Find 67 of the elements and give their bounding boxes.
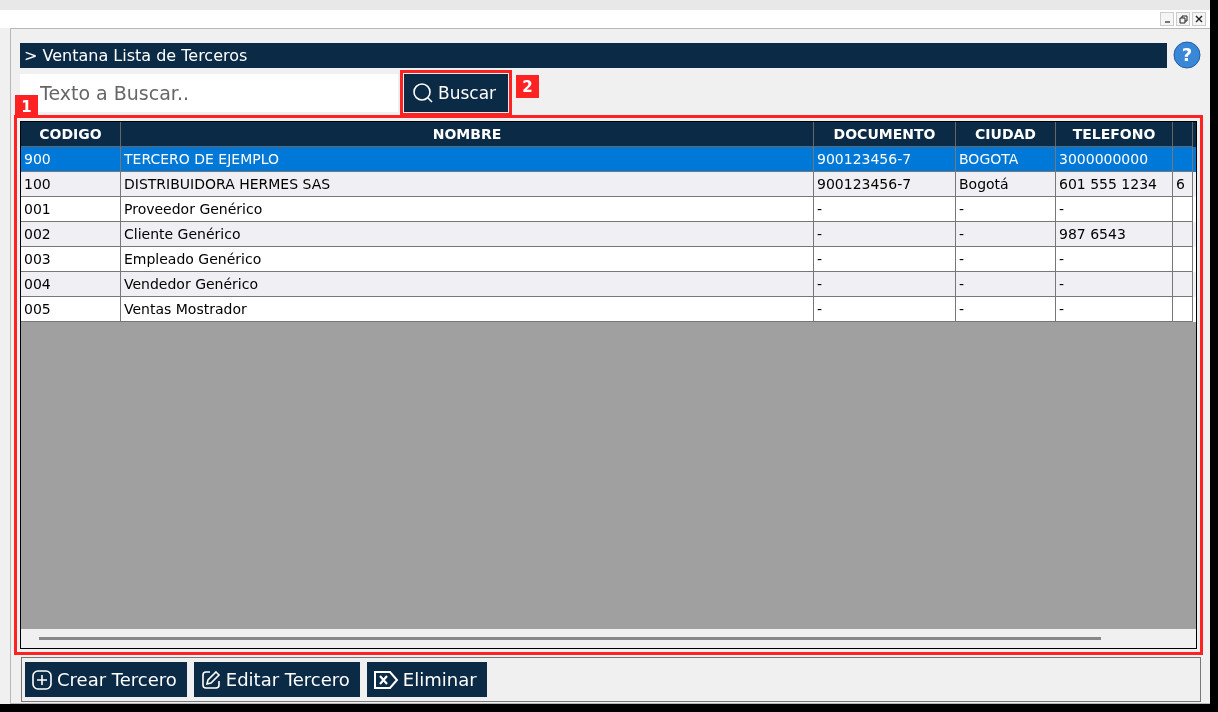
table-cell: 900 (24, 151, 51, 167)
table-row[interactable]: 003 Empleado Genérico - - - (21, 247, 1196, 272)
table-row[interactable]: 005 Ventas Mostrador - - - (21, 297, 1196, 322)
delete-button[interactable]: Eliminar (366, 662, 487, 697)
table-cell: - (817, 226, 823, 242)
table-cell: - (959, 226, 965, 242)
table-cell: - (959, 201, 965, 217)
column-header[interactable]: DOCUMENTO (833, 126, 936, 142)
column-header[interactable]: CODIGO (39, 126, 102, 142)
table-cell: 100 (24, 176, 51, 192)
table-cell: Vendedor Genérico (124, 276, 258, 292)
help-icon[interactable]: ? (1173, 41, 1201, 69)
table-cell: 004 (24, 276, 51, 292)
table-cell: 005 (24, 301, 51, 317)
minimize-button[interactable] (1160, 12, 1174, 26)
table-cell: 003 (24, 251, 51, 267)
minimize-icon (1164, 21, 1171, 23)
table-cell: Empleado Genérico (124, 251, 262, 267)
column-header[interactable]: TELEFONO (1072, 126, 1156, 142)
table-cell: Proveedor Genérico (124, 201, 263, 217)
table-cell: - (959, 251, 965, 267)
table-cell: - (817, 276, 823, 292)
delete-icon (372, 668, 399, 691)
table-cell: - (1059, 301, 1065, 317)
create-button[interactable]: Crear Tercero (25, 662, 187, 697)
table-cell: - (817, 301, 823, 317)
edit-button[interactable]: Editar Tercero (193, 662, 360, 697)
table-row[interactable]: 004 Vendedor Genérico - - - (21, 272, 1196, 297)
table-cell: 6 (1176, 176, 1185, 192)
table-cell: Cliente Genérico (124, 226, 241, 242)
column-header[interactable]: NOMBRE (432, 126, 502, 142)
table-cell: 3000000000 (1059, 151, 1149, 167)
search-button[interactable]: Buscar (404, 74, 509, 112)
table-row[interactable]: 002 Cliente Genérico - - 987 6543 (21, 222, 1196, 247)
table-cell: 900123456-7 (817, 176, 912, 192)
table-cell: - (1059, 251, 1065, 267)
table-cell: - (959, 276, 965, 292)
plus-icon (31, 668, 53, 691)
table-row[interactable]: 001 Proveedor Genérico - - - (21, 197, 1196, 222)
callout-badge: 2 (516, 75, 540, 98)
table-cell: - (959, 301, 965, 317)
table-cell: - (817, 251, 823, 267)
table-cell: Ventas Mostrador (124, 301, 247, 317)
search-icon (412, 82, 434, 104)
column-header[interactable]: CIUDAD (975, 126, 1036, 142)
scrollbar-thumb[interactable] (39, 637, 1101, 640)
table-cell: - (817, 201, 823, 217)
restore-button[interactable] (1176, 12, 1190, 26)
table-row[interactable]: 900 TERCERO DE EJEMPLO 900123456-7 BOGOTA 3000000000 (21, 147, 1196, 172)
panel-title: > Ventana Lista de Terceros (20, 42, 1167, 68)
table-cell: 601 555 1234 (1059, 176, 1157, 192)
table-cell: DISTRIBUIDORA HERMES SAS (124, 176, 331, 192)
table-cell: TERCERO DE EJEMPLO (124, 151, 279, 167)
pencil-icon (199, 668, 222, 691)
close-icon (1195, 15, 1203, 23)
table-cell: - (1059, 276, 1065, 292)
table-cell: - (1059, 201, 1065, 217)
table-row[interactable]: 100 DISTRIBUIDORA HERMES SAS 900123456-7 Bogotá 601 555 1234 6 (21, 172, 1196, 197)
callout-badge: 1 (15, 95, 38, 118)
table-cell: BOGOTA (959, 151, 1019, 167)
table-cell: 001 (24, 201, 51, 217)
close-button[interactable] (1192, 12, 1206, 26)
table-cell: 002 (24, 226, 51, 242)
restore-icon (1179, 15, 1188, 24)
table-cell: 987 6543 (1059, 226, 1126, 242)
table-cell: Bogotá (959, 176, 1009, 192)
table-cell: 900123456-7 (817, 151, 912, 167)
